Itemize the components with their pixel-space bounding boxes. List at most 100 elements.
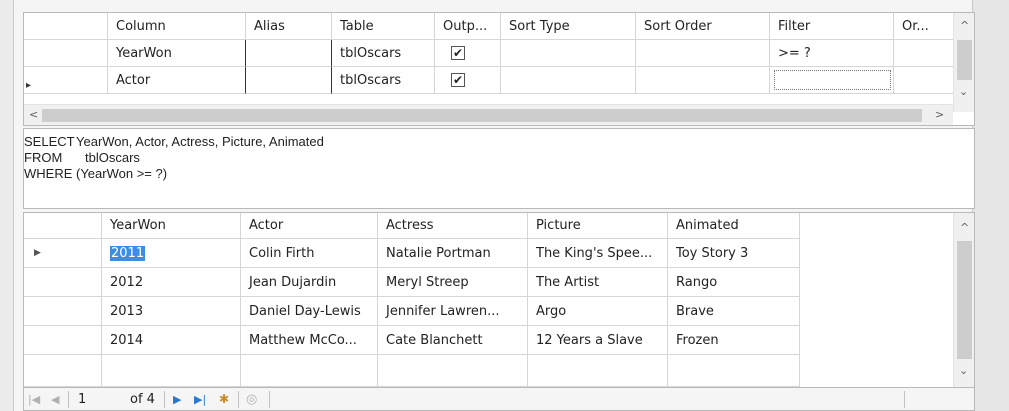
scroll-down-icon[interactable]: ⌄ <box>959 85 968 98</box>
criteria-header-alias[interactable]: Alias <box>246 13 332 40</box>
criteria-cell-output[interactable]: ✔ <box>435 67 501 94</box>
sql-where-keyword: WHERE <box>24 166 73 181</box>
results-cell-animated[interactable]: Frozen <box>668 326 800 355</box>
criteria-cell-or[interactable] <box>894 40 953 67</box>
results-cell-animated[interactable]: Toy Story 3 <box>668 239 800 268</box>
stop-icon[interactable]: ◎ <box>246 391 257 408</box>
results-row-selector[interactable] <box>24 268 102 297</box>
scroll-down-icon[interactable]: ⌄ <box>959 364 968 377</box>
results-cell-yearwon[interactable]: 2011 <box>102 239 241 268</box>
criteria-row-selector[interactable] <box>24 40 108 67</box>
sql-select-columns: YearWon, Actor, Actress, Picture, Animat… <box>76 134 324 149</box>
output-checkbox[interactable]: ✔ <box>451 73 465 87</box>
sql-from-keyword: FROM <box>24 150 63 165</box>
last-record-icon[interactable]: ▶| <box>194 391 206 408</box>
criteria-cell-sort-type[interactable] <box>501 67 636 94</box>
results-new-row-cell[interactable] <box>378 355 528 387</box>
criteria-header-output[interactable]: Outp... <box>435 13 501 40</box>
results-cell-animated[interactable]: Brave <box>668 297 800 326</box>
sql-pane[interactable]: SELECT YearWon, Actor, Actress, Picture,… <box>23 128 975 209</box>
results-cell-picture[interactable]: The Artist <box>528 268 668 297</box>
results-cell-picture[interactable]: The King's Spee... <box>528 239 668 268</box>
scroll-thumb[interactable] <box>42 109 922 122</box>
results-cell-actor[interactable]: Matthew McCo... <box>241 326 378 355</box>
results-header-actor[interactable]: Actor <box>241 213 378 239</box>
results-new-row-cell[interactable] <box>102 355 241 387</box>
results-cell-actress[interactable]: Jennifer Lawren... <box>378 297 528 326</box>
scroll-thumb[interactable] <box>957 241 972 359</box>
scroll-left-icon[interactable]: < <box>29 108 38 121</box>
criteria-vertical-scrollbar[interactable]: ^ ⌄ <box>953 13 974 112</box>
results-cell-actress[interactable]: Meryl Streep <box>378 268 528 297</box>
results-header-actress[interactable]: Actress <box>378 213 528 239</box>
criteria-cell-alias[interactable] <box>246 67 332 94</box>
criteria-header-filter[interactable]: Filter <box>770 13 894 40</box>
results-cell-picture[interactable]: Argo <box>528 297 668 326</box>
criteria-cell-sort-order[interactable] <box>636 40 770 67</box>
scroll-up-icon[interactable]: ^ <box>960 221 969 234</box>
results-new-row-cell[interactable] <box>528 355 668 387</box>
results-cell-actor[interactable]: Colin Firth <box>241 239 378 268</box>
criteria-cell-sort-type[interactable] <box>501 40 636 67</box>
results-cell-actor[interactable]: Jean Dujardin <box>241 268 378 297</box>
results-vertical-scrollbar[interactable]: ^ ⌄ <box>953 213 974 387</box>
criteria-header-table[interactable]: Table <box>332 13 435 40</box>
results-cell-actor[interactable]: Daniel Day-Lewis <box>241 297 378 326</box>
first-record-icon[interactable]: |◀ <box>28 391 40 408</box>
criteria-cell-table[interactable]: tblOscars <box>332 67 435 94</box>
sql-from-table: tblOscars <box>85 150 140 165</box>
scroll-right-icon[interactable]: > <box>935 108 944 121</box>
results-row-selector-header <box>24 213 102 239</box>
navigator-separator <box>269 391 270 408</box>
scroll-up-icon[interactable]: ^ <box>960 19 969 32</box>
results-row-selector[interactable]: ▶ <box>24 239 102 268</box>
criteria-row-selector-header <box>24 13 108 40</box>
results-cell-yearwon[interactable]: 2014 <box>102 326 241 355</box>
results-cell-yearwon[interactable]: 2013 <box>102 297 241 326</box>
criteria-header-or[interactable]: Or... <box>894 13 953 40</box>
criteria-pane: Column Alias Table Outp... Sort Type Sor… <box>23 12 975 126</box>
output-checkbox[interactable]: ✔ <box>451 46 465 60</box>
results-row-selector[interactable] <box>24 297 102 326</box>
criteria-cell-filter[interactable] <box>770 67 894 94</box>
criteria-header-sort-type[interactable]: Sort Type <box>501 13 636 40</box>
criteria-cell-or[interactable] <box>894 67 953 94</box>
criteria-row-selector[interactable]: ▸ <box>24 67 108 94</box>
record-count-label: of 4 <box>130 392 155 407</box>
criteria-cell-column[interactable]: Actor <box>108 67 246 94</box>
results-cell-picture[interactable]: 12 Years a Slave <box>528 326 668 355</box>
results-cell-animated[interactable]: Rango <box>668 268 800 297</box>
navigator-separator <box>904 391 905 408</box>
criteria-cell-output[interactable]: ✔ <box>435 40 501 67</box>
results-row-selector[interactable] <box>24 326 102 355</box>
record-navigator: |◀ ◀ 1 of 4 ▶ ▶| ✱ ◎ <box>23 388 975 411</box>
criteria-cell-sort-order[interactable] <box>636 67 770 94</box>
window-margin <box>973 0 1009 411</box>
criteria-cell-filter[interactable]: >= ? <box>770 40 894 67</box>
previous-record-icon[interactable]: ◀ <box>51 391 59 408</box>
navigator-separator <box>68 391 69 408</box>
navigator-separator <box>164 391 165 408</box>
criteria-header-sort-order[interactable]: Sort Order <box>636 13 770 40</box>
results-header-picture[interactable]: Picture <box>528 213 668 239</box>
results-new-row-selector[interactable] <box>24 355 102 387</box>
results-cell-yearwon[interactable]: 2012 <box>102 268 241 297</box>
next-record-icon[interactable]: ▶ <box>173 391 181 408</box>
criteria-cell-alias[interactable] <box>246 40 332 67</box>
results-new-row-cell[interactable] <box>668 355 800 387</box>
criteria-cell-table[interactable]: tblOscars <box>332 40 435 67</box>
navigator-separator <box>238 391 239 408</box>
results-cell-actress[interactable]: Cate Blanchett <box>378 326 528 355</box>
results-header-animated[interactable]: Animated <box>668 213 800 239</box>
criteria-header-column[interactable]: Column <box>108 13 246 40</box>
results-pane: YearWon Actor Actress Picture Animated ▶… <box>23 212 975 388</box>
results-new-row-cell[interactable] <box>241 355 378 387</box>
results-header-yearwon[interactable]: YearWon <box>102 213 241 239</box>
results-cell-actress[interactable]: Natalie Portman <box>378 239 528 268</box>
new-record-icon[interactable]: ✱ <box>219 391 229 408</box>
record-position-input[interactable]: 1 <box>78 391 86 408</box>
selected-cell-text[interactable]: 2011 <box>110 246 146 261</box>
criteria-horizontal-scrollbar[interactable]: < > <box>24 104 953 125</box>
scroll-thumb[interactable] <box>957 40 972 80</box>
criteria-cell-column[interactable]: YearWon <box>108 40 246 67</box>
